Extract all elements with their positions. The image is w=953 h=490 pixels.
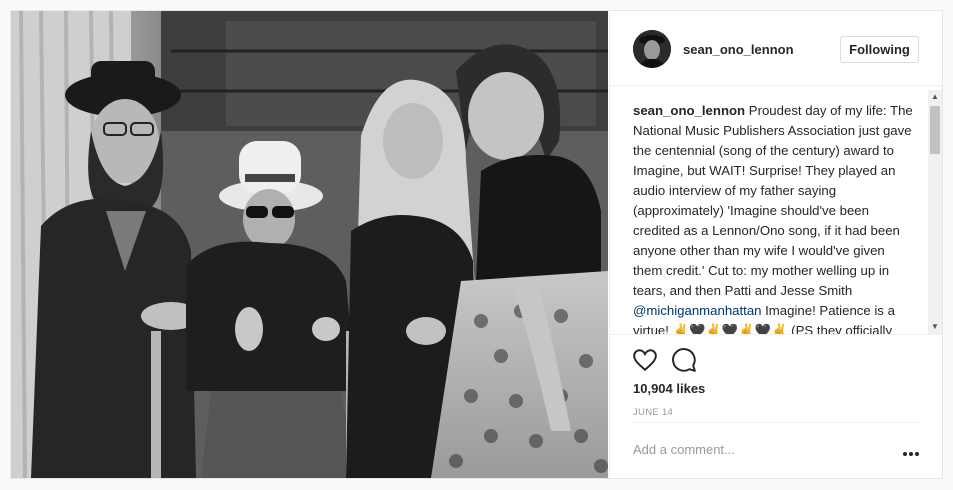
more-options-icon[interactable]: [902, 445, 920, 456]
likes-count[interactable]: 10,904 likes: [633, 381, 705, 396]
scroll-up-arrow-icon[interactable]: ▲: [928, 90, 942, 104]
avatar-image: [633, 30, 671, 68]
post-sidebar: sean_ono_lennon Following sean_ono_lenno…: [609, 11, 943, 478]
heart-icon[interactable]: [632, 347, 658, 373]
instagram-post-card: sean_ono_lennon Following sean_ono_lenno…: [10, 10, 943, 479]
post-photo[interactable]: [11, 11, 608, 478]
comment-section: [610, 421, 943, 478]
avatar[interactable]: [633, 30, 671, 68]
scrollbar-thumb[interactable]: [930, 106, 940, 154]
caption-scrollbar[interactable]: ▲ ▼: [928, 90, 942, 334]
caption-scroll-area[interactable]: sean_ono_lennon Proudest day of my life:…: [610, 90, 943, 334]
caption-mention[interactable]: @michiganmanhattan: [633, 303, 761, 318]
divider: [633, 422, 919, 423]
scroll-down-arrow-icon[interactable]: ▼: [928, 320, 942, 334]
comment-input[interactable]: [633, 437, 883, 461]
post-header: sean_ono_lennon Following: [610, 11, 943, 86]
following-button[interactable]: Following: [840, 36, 919, 63]
comment-icon[interactable]: [671, 347, 697, 373]
post-photo-image: [11, 11, 608, 478]
caption-username[interactable]: sean_ono_lennon: [633, 103, 745, 118]
post-date[interactable]: JUNE 14: [633, 407, 673, 418]
post-author-username[interactable]: sean_ono_lennon: [683, 42, 794, 57]
caption-text-part1: Proudest day of my life: The National Mu…: [633, 103, 913, 298]
post-caption: sean_ono_lennon Proudest day of my life:…: [633, 101, 916, 334]
